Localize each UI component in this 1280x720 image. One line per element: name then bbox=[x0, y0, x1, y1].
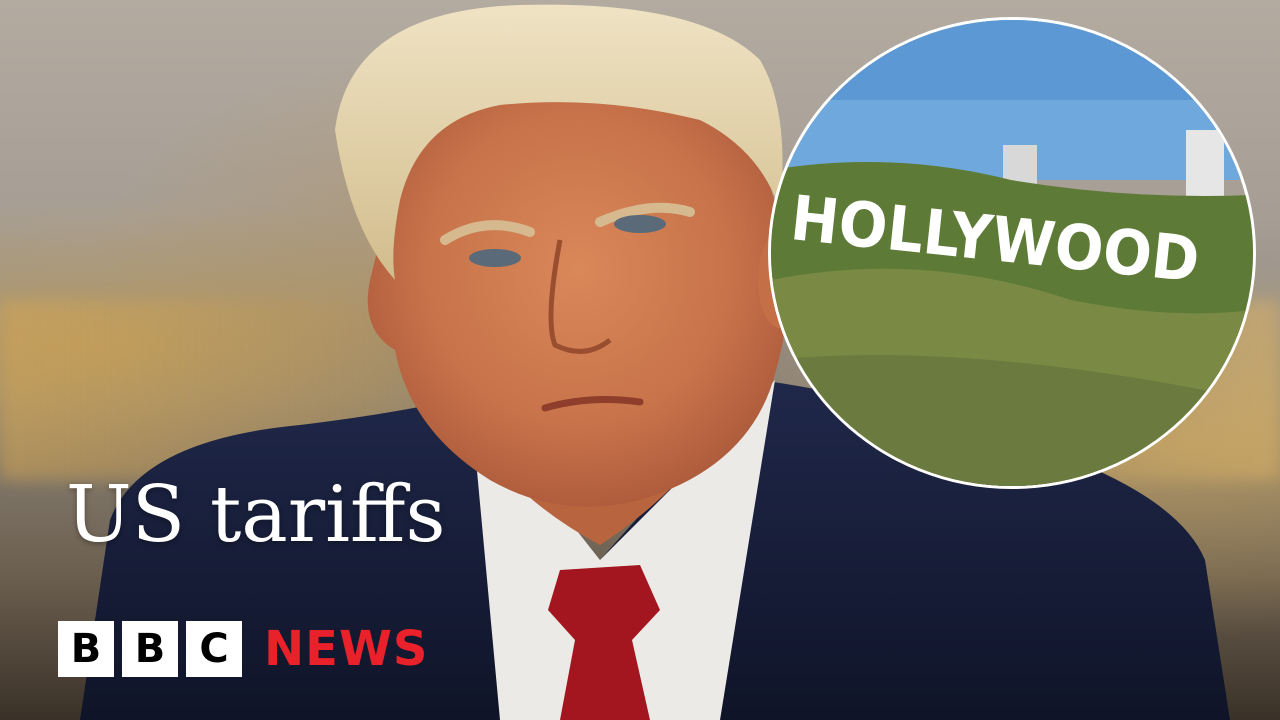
thumbnail-frame: HOLLYWOOD US tariffs B B C NEWS bbox=[0, 0, 1280, 720]
bbc-letter-c: C bbox=[186, 621, 242, 677]
bbc-letter-b1: B bbox=[58, 621, 114, 677]
headline: US tariffs bbox=[66, 470, 446, 560]
bbc-news-logo: B B C NEWS bbox=[58, 621, 428, 677]
news-wordmark: NEWS bbox=[264, 621, 429, 677]
hollywood-sign-inset: HOLLYWOOD bbox=[768, 17, 1256, 489]
bbc-letter-b2: B bbox=[122, 621, 178, 677]
